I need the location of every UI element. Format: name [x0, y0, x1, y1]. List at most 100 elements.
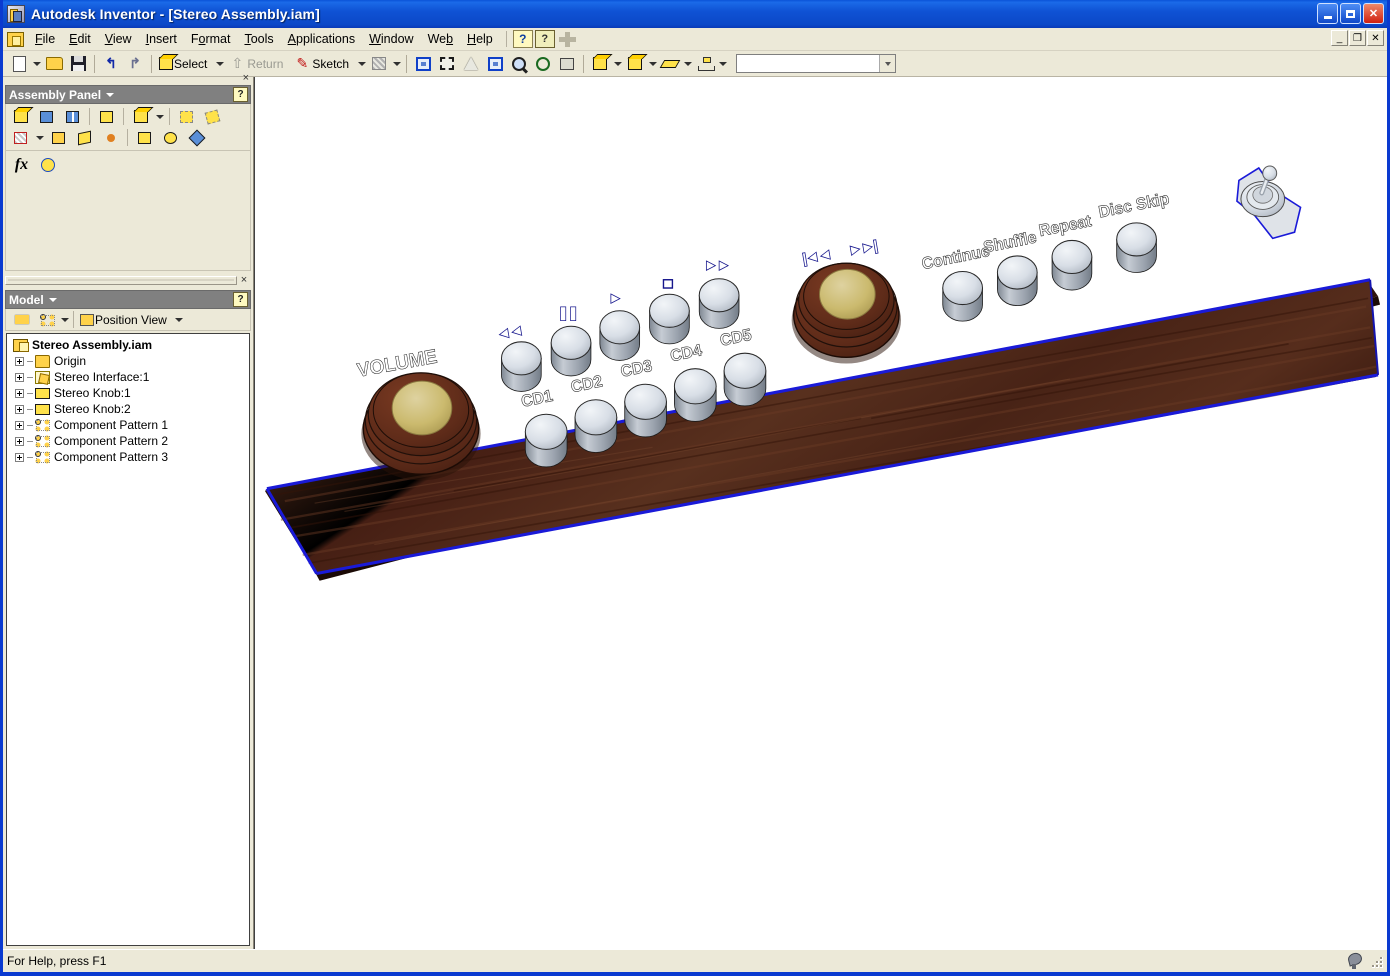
menu-item-help[interactable]: Help: [460, 29, 500, 49]
hidden-edge-dropdown-icon[interactable]: [647, 53, 658, 75]
shuffle-knob[interactable]: [996, 255, 1038, 306]
assembly-view-dropdown-icon[interactable]: [717, 53, 728, 75]
select-button[interactable]: Select: [156, 53, 214, 75]
assembly-panel-help-icon[interactable]: ?: [233, 87, 248, 102]
resize-grip[interactable]: [1369, 954, 1383, 968]
display-icon[interactable]: [555, 53, 579, 75]
menu-item-file[interactable]: File: [28, 29, 62, 49]
design-assistant-icon[interactable]: [35, 155, 60, 175]
cd5-knob[interactable]: [723, 352, 767, 407]
parameters-icon[interactable]: fx: [9, 155, 34, 175]
orbit-icon[interactable]: [531, 53, 555, 75]
close-icon[interactable]: ×: [237, 274, 251, 286]
cd2-knob[interactable]: [574, 399, 618, 453]
sketch-button[interactable]: ✎ Sketch: [290, 53, 356, 75]
transport-knob-play[interactable]: [599, 310, 641, 361]
pan-icon[interactable]: [411, 53, 435, 75]
tree-node-origin[interactable]: Origin: [9, 353, 247, 369]
hidden-edge-icon[interactable]: [623, 53, 647, 75]
assembly-feature-icon[interactable]: [46, 128, 71, 148]
cd3-knob[interactable]: [624, 383, 667, 438]
new-dropdown-icon[interactable]: [31, 53, 42, 75]
graphics-viewport[interactable]: VOLUME |◄◄ ►►| ◄◄ ❚❚ ► ►► CD1 CD2 CD3 CD…: [254, 77, 1387, 949]
zoom-icon[interactable]: [507, 53, 531, 75]
satellite-icon[interactable]: [1345, 952, 1363, 969]
model-panel-header[interactable]: Model ?: [5, 290, 251, 309]
shaded-display-icon[interactable]: [588, 53, 612, 75]
shaded-dropdown-icon[interactable]: [612, 53, 623, 75]
cd1-knob[interactable]: [524, 413, 568, 468]
menu-item-format[interactable]: Format: [184, 29, 238, 49]
quick-help-icon[interactable]: [534, 30, 555, 48]
wireframe-dropdown-icon[interactable]: [682, 53, 693, 75]
redo-icon[interactable]: ↱: [123, 53, 147, 75]
display-options-dropdown-icon[interactable]: [59, 309, 70, 331]
model-tree[interactable]: Stereo Assembly.iam Origin Stereo Interf…: [6, 333, 250, 946]
menu-item-tools[interactable]: Tools: [237, 29, 280, 49]
cd4-knob[interactable]: [673, 368, 717, 422]
filter-icon[interactable]: [9, 310, 34, 330]
assembly-view-icon[interactable]: [693, 53, 717, 75]
work-plane-icon[interactable]: [72, 128, 97, 148]
menu-item-insert[interactable]: Insert: [139, 29, 184, 49]
tree-node-stereo-interface[interactable]: Stereo Interface:1: [9, 369, 247, 385]
select-dropdown-icon[interactable]: [214, 53, 225, 75]
assembly-panel-grip[interactable]: [3, 72, 253, 84]
chevron-down-icon[interactable]: [879, 55, 896, 72]
open-document-icon[interactable]: [42, 53, 66, 75]
menu-item-view[interactable]: View: [98, 29, 139, 49]
design-view-combo[interactable]: [736, 54, 897, 73]
transport-knob-fastforward[interactable]: [698, 278, 740, 329]
undo-icon[interactable]: ↰: [99, 53, 123, 75]
toggle-switch[interactable]: [1236, 165, 1302, 240]
transport-knob-rewind[interactable]: [500, 341, 542, 392]
tuning-knob[interactable]: [791, 262, 902, 364]
tree-node-stereo-knob-2[interactable]: Stereo Knob:2: [9, 401, 247, 417]
model-panel-help-icon[interactable]: ?: [233, 292, 248, 307]
expand-icon[interactable]: [15, 436, 24, 446]
add-in-icon[interactable]: [557, 30, 577, 48]
maximize-button[interactable]: [1340, 3, 1361, 24]
expand-icon[interactable]: [15, 388, 24, 398]
analysis-icon[interactable]: [158, 128, 183, 148]
disc-skip-knob[interactable]: [1116, 222, 1157, 273]
volume-knob[interactable]: [361, 372, 481, 481]
expand-icon[interactable]: [15, 420, 24, 430]
stereo-assembly-model[interactable]: VOLUME |◄◄ ►►| ◄◄ ❚❚ ► ►► CD1 CD2 CD3 CD…: [255, 77, 1387, 949]
assembly-panel-header[interactable]: Assembly Panel ?: [5, 85, 251, 104]
look-at-icon[interactable]: [483, 53, 507, 75]
pattern-component-icon[interactable]: [60, 107, 85, 127]
help-icon[interactable]: [512, 30, 533, 48]
move-component-icon[interactable]: [174, 107, 199, 127]
replace-component-icon[interactable]: [128, 107, 153, 127]
transport-knob-stop[interactable]: [649, 293, 690, 345]
sketch-style-dropdown-icon[interactable]: [391, 53, 402, 75]
expand-icon[interactable]: [15, 404, 24, 414]
menu-item-web[interactable]: Web: [421, 29, 460, 49]
work-point-icon[interactable]: [98, 128, 123, 148]
chevron-down-icon[interactable]: [48, 297, 57, 302]
expand-icon[interactable]: [15, 356, 24, 366]
transport-knob-pause[interactable]: [550, 325, 592, 377]
menu-item-window[interactable]: Window: [362, 29, 420, 49]
tree-node-component-pattern-3[interactable]: Component Pattern 3: [9, 449, 247, 465]
position-view-dropdown-icon[interactable]: [174, 309, 185, 331]
expand-icon[interactable]: [15, 372, 24, 382]
display-options-icon[interactable]: [34, 310, 59, 330]
solid-icon[interactable]: [184, 128, 209, 148]
rotate-component-icon[interactable]: [200, 107, 225, 127]
bom-icon[interactable]: [132, 128, 157, 148]
mdi-close-button[interactable]: ✕: [1367, 30, 1384, 46]
constraint-icon[interactable]: [8, 128, 33, 148]
tree-node-component-pattern-2[interactable]: Component Pattern 2: [9, 433, 247, 449]
chevron-down-icon[interactable]: [106, 92, 115, 97]
save-document-icon[interactable]: [66, 53, 90, 75]
repeat-knob[interactable]: [1051, 239, 1093, 291]
constraint-dropdown-icon[interactable]: [34, 127, 45, 149]
place-component-icon[interactable]: [8, 107, 33, 127]
minimize-button[interactable]: [1317, 3, 1338, 24]
zoom-window-icon[interactable]: [435, 53, 459, 75]
mirror-component-icon[interactable]: [94, 107, 119, 127]
mdi-restore-button[interactable]: ❐: [1349, 30, 1366, 46]
continue-knob[interactable]: [942, 270, 983, 322]
